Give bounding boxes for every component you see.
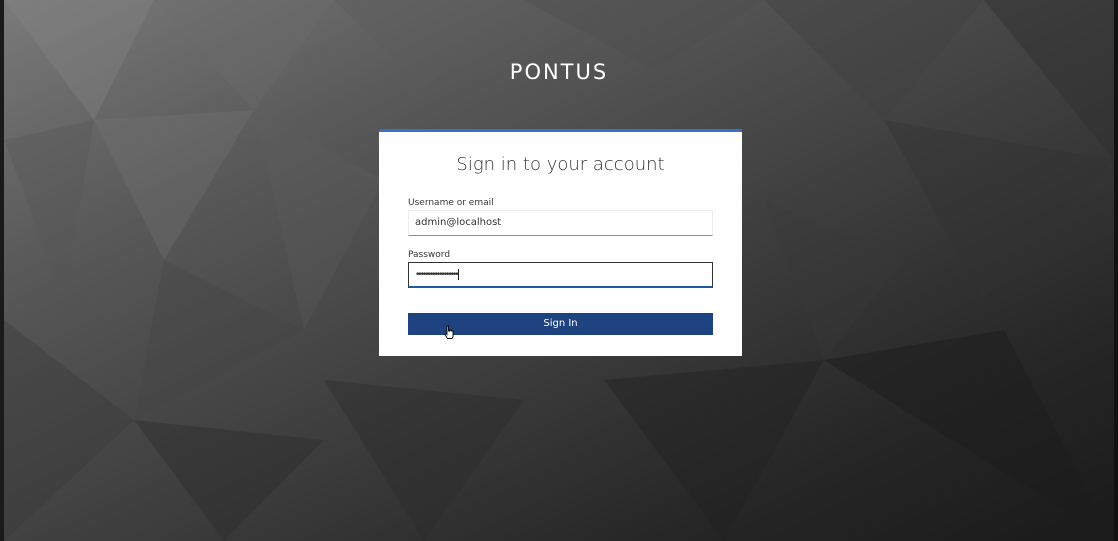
text-caret <box>457 268 459 280</box>
hand-pointer-icon <box>444 325 454 339</box>
brand-title: PONTUS <box>509 60 609 84</box>
password-field[interactable]: •••••••••••••••••• <box>408 262 713 288</box>
login-card: Sign in to your account Username or emai… <box>379 129 742 356</box>
password-label: Password <box>408 250 451 260</box>
password-masked-value: •••••••••••••••••• <box>415 270 460 280</box>
login-heading: Sign in to your account <box>456 154 665 175</box>
username-field[interactable]: admin@localhost <box>408 210 713 236</box>
username-value: admin@localhost <box>415 217 502 228</box>
username-label: Username or email <box>408 198 494 208</box>
